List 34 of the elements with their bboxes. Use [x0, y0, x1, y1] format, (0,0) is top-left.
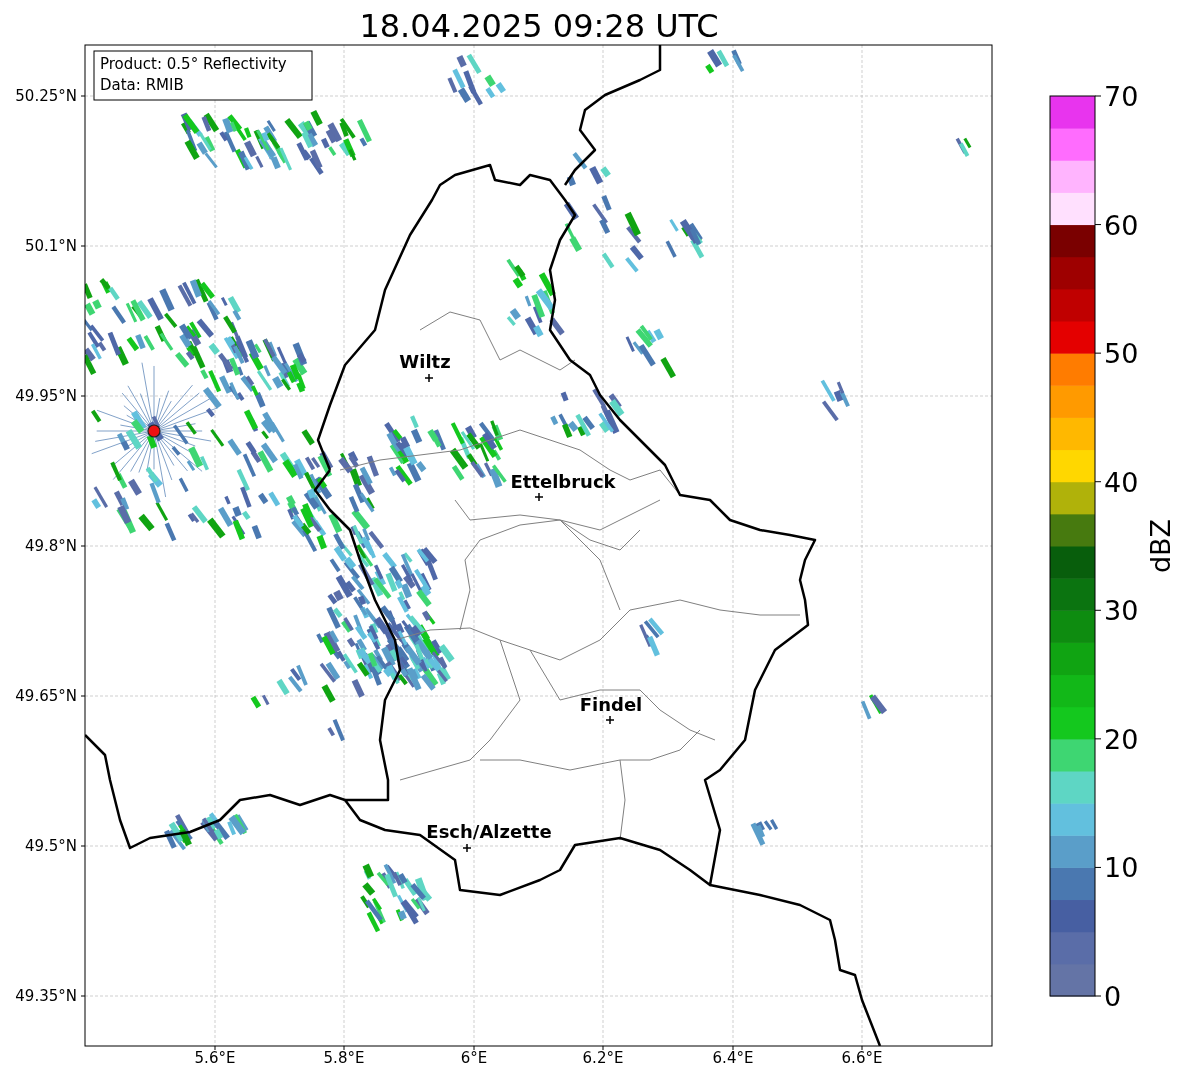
radar-site-marker	[147, 424, 161, 438]
city-marker-icon	[424, 373, 434, 383]
colorbar-tick-label: 40	[1104, 466, 1139, 498]
longitude-tick-label: 6°E	[460, 1049, 488, 1067]
latitude-tick-label: 49.95°N	[15, 387, 77, 405]
longitude-tick-label: 6.6°E	[841, 1049, 883, 1067]
city-label: Ettelbruck	[510, 471, 616, 492]
city-label: Wiltz	[399, 351, 451, 372]
longitude-tick-label: 5.8°E	[323, 1049, 365, 1067]
legend-text: Data: RMIB	[100, 76, 184, 94]
colorbar-tick-label: 30	[1104, 595, 1139, 627]
colorbar-tick-label: 20	[1104, 723, 1139, 755]
city-label: Findel	[579, 694, 643, 715]
city-label: Esch/Alzette	[426, 821, 552, 842]
latitude-tick-label: 49.65°N	[15, 687, 77, 705]
legend-text: Product: 0.5° Reflectivity	[100, 55, 287, 73]
city-marker-icon	[605, 715, 615, 725]
colorbar-label: dBZ	[1145, 518, 1176, 574]
colorbar-tick-label: 10	[1104, 852, 1139, 884]
latitude-tick-label: 49.8°N	[24, 537, 77, 555]
latitude-tick-label: 49.35°N	[15, 987, 77, 1005]
longitude-tick-label: 6.4°E	[712, 1049, 754, 1067]
colorbar-tick-label: 70	[1104, 81, 1139, 112]
latitude-tick-label: 49.5°N	[24, 837, 77, 855]
longitude-tick-label: 6.2°E	[582, 1049, 624, 1067]
city-marker-icon	[462, 843, 472, 853]
chart-title: 18.04.2025 09:28 UTC	[359, 7, 719, 45]
latitude-tick-label: 50.25°N	[15, 87, 77, 105]
latitude-tick-label: 50.1°N	[24, 237, 77, 255]
colorbar-tick-label: 0	[1104, 981, 1122, 1012]
longitude-tick-label: 5.6°E	[194, 1049, 236, 1067]
colorbar-tick-label: 50	[1104, 338, 1139, 370]
city-marker-icon	[534, 492, 544, 502]
colorbar-tick-label: 60	[1104, 209, 1139, 241]
